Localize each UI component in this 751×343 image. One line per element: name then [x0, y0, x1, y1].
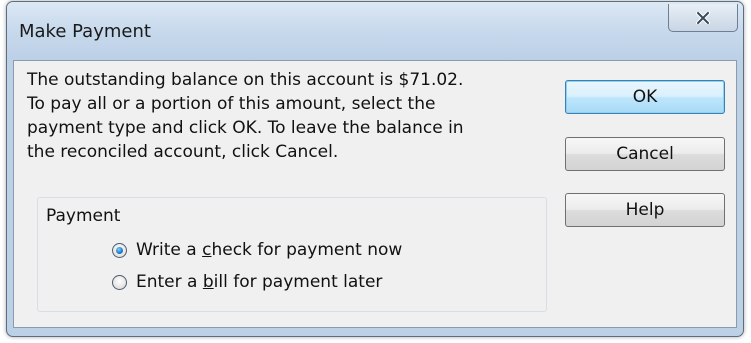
- message-line: To pay all or a portion of this amount, …: [27, 94, 436, 114]
- enter-bill-label: Enter a bill for payment later: [136, 272, 382, 292]
- close-icon: [696, 11, 710, 24]
- label-text: ill for payment later: [213, 272, 383, 292]
- label-text: Write a: [136, 240, 203, 260]
- payment-group-label: Payment: [46, 206, 121, 226]
- label-text: Enter a: [136, 272, 203, 292]
- enter-bill-radio[interactable]: [112, 274, 127, 290]
- help-button[interactable]: Help: [565, 193, 725, 227]
- write-check-label: Write a check for payment now: [136, 240, 402, 260]
- ok-button[interactable]: OK: [565, 80, 725, 114]
- message-line: The outstanding balance on this account …: [27, 70, 464, 90]
- payment-groupbox: Payment Write a check for payment now En…: [37, 197, 547, 312]
- write-check-radio[interactable]: [112, 242, 127, 258]
- make-payment-dialog: Make Payment The outstanding balance on …: [6, 1, 744, 337]
- mnemonic-char: b: [202, 272, 214, 292]
- write-check-option[interactable]: Write a check for payment now: [112, 240, 402, 260]
- enter-bill-option[interactable]: Enter a bill for payment later: [112, 272, 382, 292]
- dialog-title: Make Payment: [19, 21, 151, 42]
- close-button[interactable]: [668, 4, 738, 32]
- title-bar[interactable]: Make Payment: [7, 2, 743, 60]
- message-line: the reconciled account, click Cancel.: [27, 142, 339, 162]
- dialog-body: The outstanding balance on this account …: [13, 60, 737, 328]
- cancel-button[interactable]: Cancel: [565, 137, 725, 171]
- balance-message: The outstanding balance on this account …: [27, 68, 557, 164]
- label-text: heck for payment now: [211, 240, 403, 260]
- message-line: payment type and click OK. To leave the …: [27, 118, 464, 138]
